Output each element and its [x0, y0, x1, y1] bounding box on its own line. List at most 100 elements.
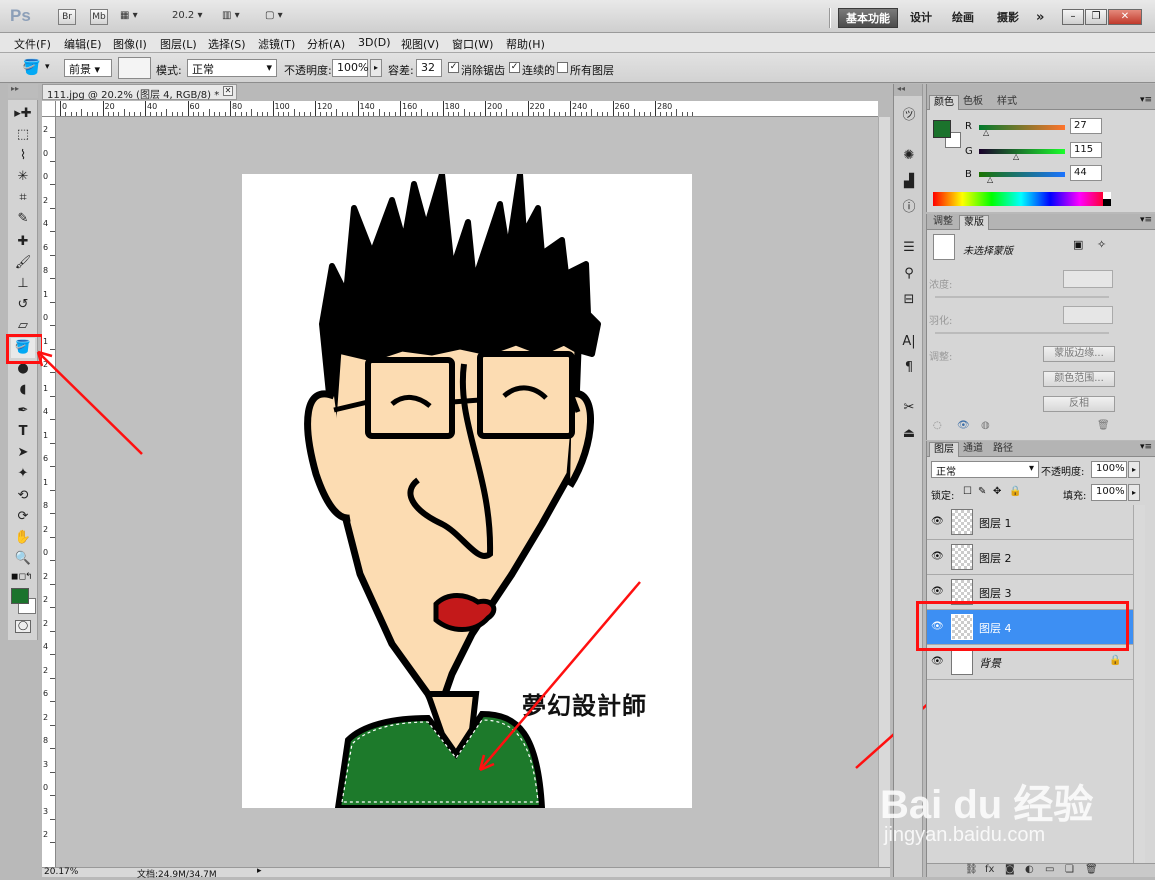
tab-paths[interactable]: 路径 [989, 442, 1017, 457]
color-range-button[interactable]: 颜色范围... [1043, 371, 1115, 387]
panel-menu-icon[interactable]: ▾≡ [1140, 215, 1152, 225]
fill-slider-button[interactable]: ▸ [1128, 484, 1140, 501]
load-selection-icon[interactable]: ◌ [933, 420, 942, 431]
fill-input[interactable]: 100% [1091, 484, 1127, 501]
delete-layer-icon[interactable]: 🗑 [1085, 864, 1098, 875]
new-layer-icon[interactable]: ❏ [1065, 864, 1074, 875]
feather-label: 羽化: [929, 316, 953, 327]
layer-name[interactable]: 图层 3 [979, 585, 1012, 601]
histogram-icon[interactable]: ▟ [898, 172, 920, 192]
lock-transparency-icon[interactable]: ☐ [963, 486, 972, 497]
lock-all-icon[interactable]: 🔒 [1009, 486, 1021, 497]
watermark-url: jingyan.baidu.com [884, 824, 1046, 846]
vector-mask-icon[interactable]: ✧ [1097, 238, 1106, 251]
layer-opacity-input[interactable]: 100% [1091, 461, 1127, 478]
add-mask-icon[interactable]: ◙ [1005, 864, 1015, 875]
tab-adjustments[interactable]: 调整 [929, 215, 957, 230]
b-input[interactable]: 44 [1070, 165, 1102, 181]
g-label: G [965, 146, 973, 157]
layer-thumbnail [951, 649, 973, 675]
density-label: 浓度: [929, 280, 953, 291]
g-input[interactable]: 115 [1070, 142, 1102, 158]
brushes-icon[interactable]: ☰ [898, 238, 920, 258]
tab-layers[interactable]: 图层 [929, 442, 959, 457]
paragraph-icon[interactable]: ¶ [898, 358, 920, 378]
new-group-icon[interactable]: ▭ [1045, 864, 1054, 875]
feather-slider[interactable] [935, 332, 1109, 334]
fill-label: 填充: [1063, 491, 1087, 502]
color-panel-tabs: 颜色 色板 样式 ▾≡ [927, 94, 1155, 110]
character-icon[interactable]: A| [898, 332, 920, 352]
layer-name[interactable]: 背景 [979, 655, 1001, 671]
watermark-brand: Bai du 经验 [880, 783, 1094, 827]
layer-opacity-label: 不透明度: [1041, 467, 1085, 478]
lock-position-icon[interactable]: ✥ [993, 486, 1001, 497]
g-slider[interactable] [979, 149, 1065, 154]
b-label: B [965, 169, 972, 180]
r-label: R [965, 121, 972, 132]
r-slider[interactable] [979, 125, 1065, 130]
refine-label: 调整: [929, 352, 953, 363]
info-icon[interactable]: ⓘ [898, 198, 920, 218]
layer-thumbnail [951, 509, 973, 535]
panel-menu-icon[interactable]: ▾≡ [1140, 95, 1152, 105]
tab-color[interactable]: 颜色 [929, 95, 959, 110]
masks-panel: 调整 蒙版 ▾≡ 未选择蒙版 ▣ ✧ 浓度: 羽化: 调整: 蒙版边缘... 颜… [926, 214, 1155, 440]
view-mask-icon[interactable]: 👁 [957, 420, 970, 431]
delete-mask-icon[interactable]: 🗑 [1097, 420, 1110, 431]
r-input[interactable]: 27 [1070, 118, 1102, 134]
b-slider-handle[interactable]: △ [987, 175, 993, 184]
visibility-eye-icon[interactable]: 👁 [931, 516, 944, 528]
arrow-to-tool [37, 351, 143, 455]
layer-opacity-slider-button[interactable]: ▸ [1128, 461, 1140, 478]
layer-thumbnail [951, 544, 973, 570]
g-slider-handle[interactable]: △ [1013, 152, 1019, 161]
disable-mask-icon[interactable]: ◍ [981, 420, 990, 431]
tab-masks[interactable]: 蒙版 [959, 215, 989, 230]
layers-panel-tabs: 图层 通道 路径 ▾≡ [927, 441, 1155, 457]
layer-name[interactable]: 图层 1 [979, 515, 1012, 531]
feather-input[interactable] [1063, 306, 1113, 324]
tab-channels[interactable]: 通道 [959, 442, 987, 457]
arrow-to-shirt [479, 581, 641, 771]
tab-styles[interactable]: 样式 [993, 95, 1021, 110]
pixel-mask-icon[interactable]: ▣ [1073, 238, 1083, 251]
density-input[interactable] [1063, 270, 1113, 288]
visibility-eye-icon[interactable]: 👁 [931, 551, 944, 563]
visibility-eye-icon[interactable]: 👁 [931, 586, 944, 598]
layers-footer: ⛓ fx ◙ ◐ ▭ ❏ 🗑 [927, 863, 1155, 877]
layer-name[interactable]: 图层 2 [979, 550, 1012, 566]
visibility-eye-icon[interactable]: 👁 [931, 656, 944, 668]
fg-color-chip[interactable] [933, 120, 951, 138]
history-icon[interactable]: ㋡ [898, 106, 920, 126]
density-slider[interactable] [935, 296, 1109, 298]
clone-source-icon[interactable]: ⚲ [898, 264, 920, 284]
actions-icon[interactable]: ⏏ [898, 424, 920, 444]
panel-menu-icon[interactable]: ▾≡ [1140, 442, 1152, 452]
lock-pixels-icon[interactable]: ✎ [978, 486, 986, 497]
color-ramp[interactable] [933, 192, 1109, 206]
masks-panel-tabs: 调整 蒙版 ▾≡ [927, 214, 1155, 230]
lock-label: 锁定: [931, 491, 955, 502]
layer-row[interactable]: 👁 图层 2 [927, 540, 1133, 575]
r-slider-handle[interactable]: △ [983, 128, 989, 137]
tool-presets-icon[interactable]: ⊟ [898, 290, 920, 310]
3d-tools-icon[interactable]: ✂ [898, 398, 920, 418]
layer-blend-mode-select[interactable]: 正常 ▾ [931, 461, 1039, 478]
tab-swatches[interactable]: 色板 [959, 95, 987, 110]
mask-edge-button[interactable]: 蒙版边缘... [1043, 346, 1115, 362]
layer-style-icon[interactable]: fx [985, 864, 994, 875]
invert-button[interactable]: 反相 [1043, 396, 1115, 412]
color-panel: 颜色 色板 样式 ▾≡ R △ 27 G △ 115 B △ 44 [926, 84, 1155, 212]
mask-thumbnail [933, 234, 955, 260]
link-layers-icon[interactable]: ⛓ [965, 864, 978, 875]
layer-blend-mode-value: 正常 [936, 467, 956, 478]
layer-highlight-box [916, 601, 1129, 651]
collapsed-panel-strip: ◂◂ ㋡ ✺ ▟ ⓘ ☰ ⚲ ⊟ A| ¶ ✂ ⏏ [893, 84, 923, 877]
adjustment-layer-icon[interactable]: ◐ [1025, 864, 1034, 875]
lock-icon: 🔒 [1109, 655, 1122, 666]
navigator-icon[interactable]: ✺ [898, 146, 920, 166]
no-mask-label: 未选择蒙版 [963, 246, 1013, 257]
layers-scrollbar[interactable] [1133, 505, 1145, 865]
layer-row[interactable]: 👁 图层 1 [927, 505, 1133, 540]
